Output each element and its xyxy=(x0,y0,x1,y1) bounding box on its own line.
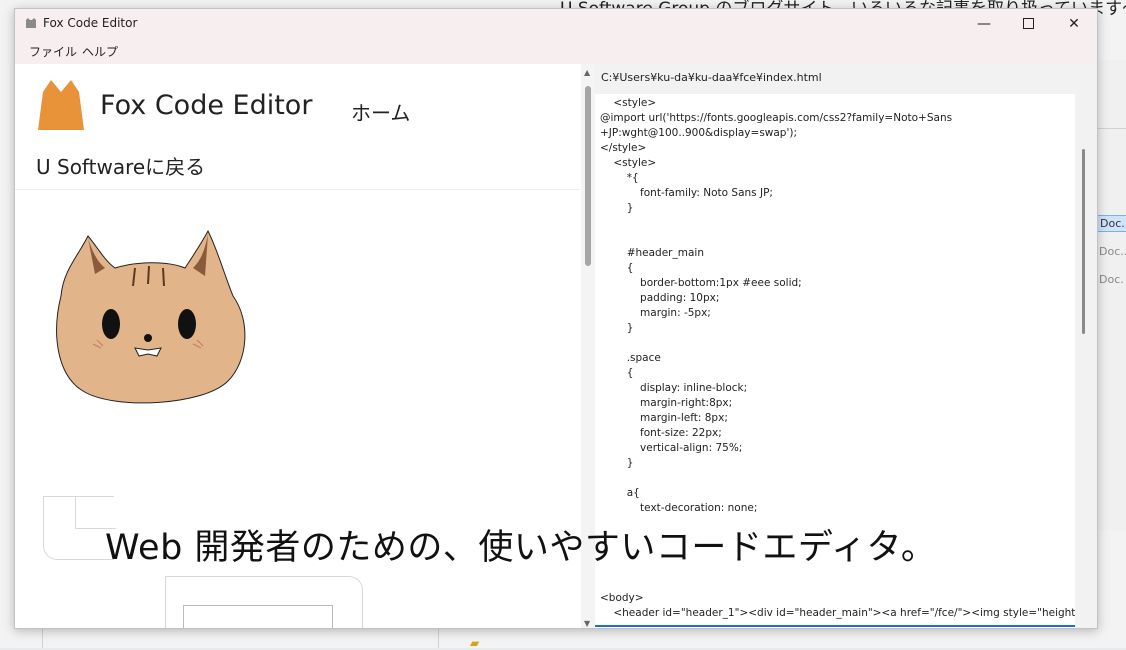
maximize-button[interactable] xyxy=(1005,9,1051,39)
menu-help[interactable]: ヘルプ xyxy=(82,43,118,60)
decorative-frame xyxy=(183,605,333,628)
back-to-u-software-link[interactable]: U Softwareに戻る xyxy=(36,151,205,180)
background-side-item[interactable]: Doc. xyxy=(1099,273,1124,286)
preview-scroll-thumb[interactable] xyxy=(585,86,591,266)
brand-title[interactable]: Fox Code Editor xyxy=(100,90,312,121)
window-title: Fox Code Editor xyxy=(43,16,138,30)
editor-scroll-thumb[interactable] xyxy=(1082,149,1085,334)
background-side-panel: Doc... Doc... Doc. xyxy=(1096,60,1126,530)
nav-home-link[interactable]: ホーム xyxy=(351,97,410,126)
scroll-up-arrow-icon[interactable]: ▲ xyxy=(584,68,590,77)
app-icon xyxy=(26,18,36,28)
fox-logo-icon xyxy=(38,80,84,130)
minimize-button[interactable]: — xyxy=(961,9,1007,39)
close-button[interactable]: ✕ xyxy=(1051,9,1097,39)
editor-focus-underline xyxy=(595,625,1075,627)
editor-scrollbar[interactable] xyxy=(1075,94,1097,628)
menu-bar: ファイル ヘルプ xyxy=(15,39,1097,64)
promo-caption: Web 開発者のための、使いやすいコードエディタ。 xyxy=(105,528,937,568)
header-divider xyxy=(15,189,580,190)
scroll-down-arrow-icon[interactable]: ▼ xyxy=(584,619,590,628)
background-divider xyxy=(42,627,43,648)
code-content-bottom[interactable]: <body> <header id="header_1"><div id="he… xyxy=(600,591,1075,621)
background-divider xyxy=(438,627,439,648)
code-content[interactable]: <style> @import url('https://fonts.googl… xyxy=(600,96,952,516)
background-side-item[interactable]: Doc... xyxy=(1099,245,1126,258)
file-path: C:¥Users¥ku-da¥ku-daa¥fce¥index.html xyxy=(601,71,822,84)
background-divider xyxy=(1096,128,1126,129)
background-side-item[interactable]: Doc... xyxy=(1097,215,1126,232)
title-bar[interactable]: Fox Code Editor — ✕ xyxy=(15,9,1097,39)
menu-file[interactable]: ファイル xyxy=(29,43,77,60)
cat-illustration xyxy=(56,229,246,404)
maximize-icon xyxy=(1022,18,1034,29)
